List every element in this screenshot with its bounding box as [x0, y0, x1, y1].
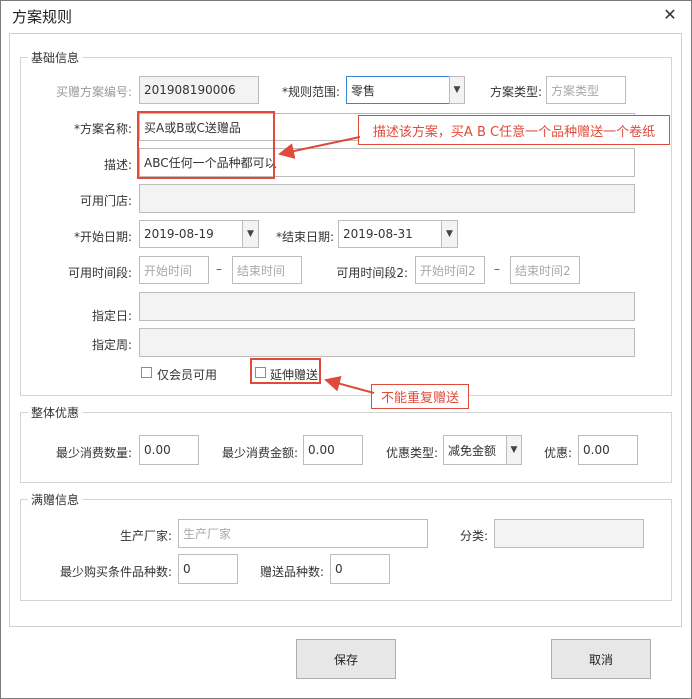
discount-type-select[interactable]: 减免金额: [443, 435, 507, 465]
cancel-button[interactable]: 取消: [551, 639, 651, 679]
min-amount-label: 最少消费金额:: [221, 446, 298, 460]
description-arrow: [278, 136, 361, 159]
maker-label: 生产厂家:: [119, 529, 172, 543]
gift-kinds-label: 赠送品种数:: [259, 565, 324, 579]
min-qty-field[interactable]: 0.00: [139, 435, 199, 465]
discount-type-dropdown-icon[interactable]: ▼: [506, 435, 522, 465]
gift-info-group: [20, 499, 672, 601]
min-qty-label: 最少消费数量:: [55, 446, 132, 460]
gift-info-legend: 满赠信息: [28, 491, 83, 508]
footer-separator: [10, 626, 680, 627]
discount-type-label: 优惠类型:: [385, 446, 438, 460]
min-kinds-field[interactable]: 0: [178, 554, 238, 584]
category-field[interactable]: [494, 519, 644, 548]
category-label: 分类:: [459, 529, 488, 543]
save-button[interactable]: 保存: [296, 639, 396, 679]
discount-field[interactable]: 0.00: [578, 435, 638, 465]
repeat-gift-arrow: [324, 375, 375, 394]
min-amount-field[interactable]: 0.00: [303, 435, 363, 465]
min-kinds-label: 最少购买条件品种数:: [59, 565, 172, 579]
discount-label: 优惠:: [543, 446, 572, 460]
overall-discount-legend: 整体优惠: [28, 404, 83, 421]
gift-kinds-field[interactable]: 0: [330, 554, 390, 584]
maker-field[interactable]: 生产厂家: [178, 519, 428, 548]
